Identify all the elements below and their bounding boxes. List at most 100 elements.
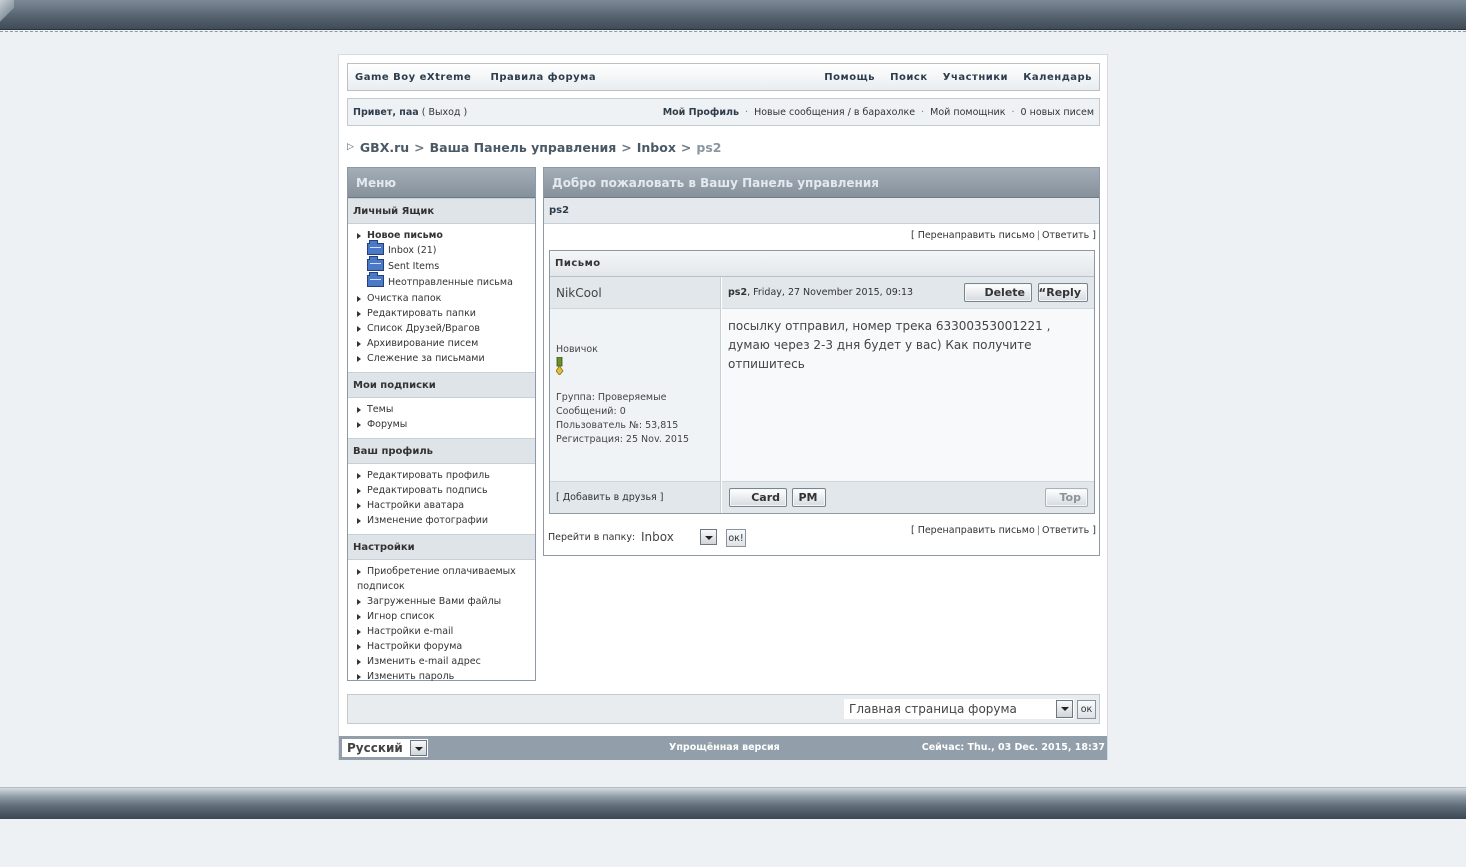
my-assistant-link[interactable]: Мой помощник	[930, 107, 1005, 118]
bullet-icon	[357, 355, 361, 362]
breadcrumb-link-site[interactable]: GBX.ru	[360, 140, 409, 155]
bullet-icon	[357, 406, 361, 413]
bullet-icon	[357, 517, 361, 524]
breadcrumb-link-inbox[interactable]: Inbox	[637, 140, 676, 155]
bullet-icon	[357, 472, 361, 479]
bullet-icon	[357, 421, 361, 428]
new-messages-link[interactable]: 0 новых писем	[1021, 107, 1094, 118]
banner-corner	[0, 0, 14, 22]
menu-item-label: Настройки e-mail	[367, 626, 454, 637]
menu-item-ignore-list[interactable]: Игнор список	[348, 609, 535, 624]
menu-item-label: Настройки форума	[367, 641, 463, 652]
user-bar: Привет, паа ( Выход ) Мой Профиль · Новы…	[347, 98, 1100, 126]
bullet-icon	[357, 613, 361, 620]
nav-link-members[interactable]: Участники	[943, 72, 1008, 83]
menu-item-paid-subscriptions[interactable]: Приобретение оплачиваемых подписок	[348, 564, 535, 594]
reply-button[interactable]: “Reply	[1038, 283, 1088, 302]
menu-section-settings: Приобретение оплачиваемых подписок Загру…	[348, 560, 535, 690]
menu-item-drafts[interactable]: Неотправленные письма	[348, 272, 535, 291]
logout-link[interactable]: ( Выход )	[422, 107, 467, 118]
quote-icon: “	[1038, 285, 1047, 300]
author-name[interactable]: NikCool	[550, 277, 720, 309]
bullet-icon	[357, 673, 361, 680]
bullet-icon	[357, 325, 361, 332]
new-posts-link[interactable]: Новые сообщения / в барахолке	[754, 107, 915, 118]
menu-item-change-photo[interactable]: Изменение фотографии	[348, 513, 535, 528]
forward-link[interactable]: Перенаправить письмо	[918, 525, 1035, 536]
message-actions-top: [ Перенаправить письмо | Ответить ]	[910, 230, 1096, 241]
menu-item-edit-profile[interactable]: Редактировать профиль	[348, 468, 535, 483]
menu-item-change-email[interactable]: Изменить e-mail адрес	[348, 654, 535, 669]
current-time: Сейчас: Thu., 03 Dec. 2015, 18:37	[921, 742, 1105, 753]
breadcrumb-current: ps2	[696, 139, 722, 155]
nav-link-rules[interactable]: Правила форума	[491, 72, 597, 83]
forum-jump-value: Главная страница форума	[849, 702, 1017, 716]
menu-item-board-settings[interactable]: Настройки форума	[348, 639, 535, 654]
bottom-banner	[0, 787, 1466, 819]
forum-jump-go-button[interactable]: ок	[1077, 700, 1096, 719]
nav-link-home[interactable]: Game Boy eXtreme	[355, 72, 471, 83]
nav-link-calendar[interactable]: Календарь	[1023, 72, 1092, 83]
message-actions-bottom: [ Перенаправить письмо | Ответить ]	[910, 525, 1096, 536]
add-friend-link[interactable]: [ Добавить в друзья ]	[550, 492, 664, 503]
user-group: Группа: Проверяемые	[556, 392, 667, 403]
menu-item-topics[interactable]: Темы	[348, 402, 535, 417]
reply-link[interactable]: Ответить	[1042, 230, 1089, 241]
author-footer: [ Добавить в друзья ]	[550, 481, 720, 513]
post-column: ps2, Friday, 27 November 2015, 09:13 Del…	[722, 277, 1094, 513]
menu-item-edit-folders[interactable]: Редактировать папки	[348, 306, 535, 321]
menu-item-edit-signature[interactable]: Редактировать подпись	[348, 483, 535, 498]
post-title: ps2	[728, 287, 748, 298]
folder-icon	[367, 240, 384, 255]
nav-link-search[interactable]: Поиск	[890, 72, 927, 83]
post-body: посылку отправил, номер трека 6330035300…	[728, 319, 1051, 371]
menu-section-title: Настройки	[348, 534, 535, 560]
my-profile-link[interactable]: Мой Профиль	[663, 107, 739, 118]
pm-button[interactable]: PM	[792, 488, 826, 507]
breadcrumb-link-control-panel[interactable]: Ваша Панель управления	[430, 140, 617, 155]
user-rank: Новичок	[556, 344, 598, 355]
separator: ·	[1011, 106, 1015, 118]
breadcrumb-separator: >	[680, 139, 692, 155]
menu-item-empty-folders[interactable]: Очистка папок	[348, 291, 535, 306]
menu-item-label: Настройки аватара	[367, 500, 465, 511]
forward-link[interactable]: Перенаправить письмо	[918, 230, 1035, 241]
folder-icon	[367, 256, 384, 271]
menu-item-label: Редактировать профиль	[367, 470, 490, 481]
menu-item-forums[interactable]: Форумы	[348, 417, 535, 432]
nav-right: Помощь Поиск Участники Календарь	[812, 72, 1092, 83]
menu-item-label: Изменить e-mail адрес	[367, 656, 481, 667]
menu-item-archive[interactable]: Архивирование писем	[348, 336, 535, 351]
reply-link[interactable]: Ответить	[1042, 525, 1089, 536]
menu-item-label: Архивирование писем	[367, 338, 479, 349]
menu-item-avatar-settings[interactable]: Настройки аватара	[348, 498, 535, 513]
top-button[interactable]: Top	[1045, 488, 1088, 507]
bullet-icon	[357, 598, 361, 605]
menu-item-uploaded-files[interactable]: Загруженные Вами файлы	[348, 594, 535, 609]
username[interactable]: паа	[399, 107, 418, 118]
menu-item-change-password[interactable]: Изменить пароль	[348, 669, 535, 684]
nav-left: Game Boy eXtreme Правила форума	[355, 72, 612, 83]
user-post-count: Сообщений: 0	[556, 406, 626, 417]
bullet-icon	[357, 658, 361, 665]
delete-button[interactable]: Delete	[964, 283, 1032, 302]
lofi-version-link[interactable]: Упрощённая версия	[669, 742, 780, 753]
bullet-icon	[357, 502, 361, 509]
menu-item-label: Изменение фотографии	[367, 515, 489, 526]
nav-link-help[interactable]: Помощь	[824, 72, 875, 83]
folder-select[interactable]: Inbox	[636, 528, 718, 546]
post-footer-left: Card PM	[729, 488, 826, 507]
breadcrumb-arrow-icon: ▷	[347, 142, 354, 152]
menu-item-label: Новое письмо	[367, 230, 443, 241]
forum-wrapper: Game Boy eXtreme Правила форума Помощь П…	[338, 54, 1108, 760]
menu-item-tracking[interactable]: Слежение за письмами	[348, 351, 535, 366]
menu-item-email-settings[interactable]: Настройки e-mail	[348, 624, 535, 639]
language-select[interactable]: Русский	[342, 739, 428, 757]
post-header: ps2, Friday, 27 November 2015, 09:13 Del…	[722, 277, 1094, 309]
folder-go-button[interactable]: ок!	[726, 529, 746, 547]
menu-item-friends-list[interactable]: Список Друзей/Врагов	[348, 321, 535, 336]
forum-jump-select[interactable]: Главная страница форума	[844, 699, 1074, 719]
greeting-prefix: Привет,	[353, 106, 400, 118]
card-button[interactable]: Card	[729, 488, 787, 507]
bullet-icon	[357, 310, 361, 317]
